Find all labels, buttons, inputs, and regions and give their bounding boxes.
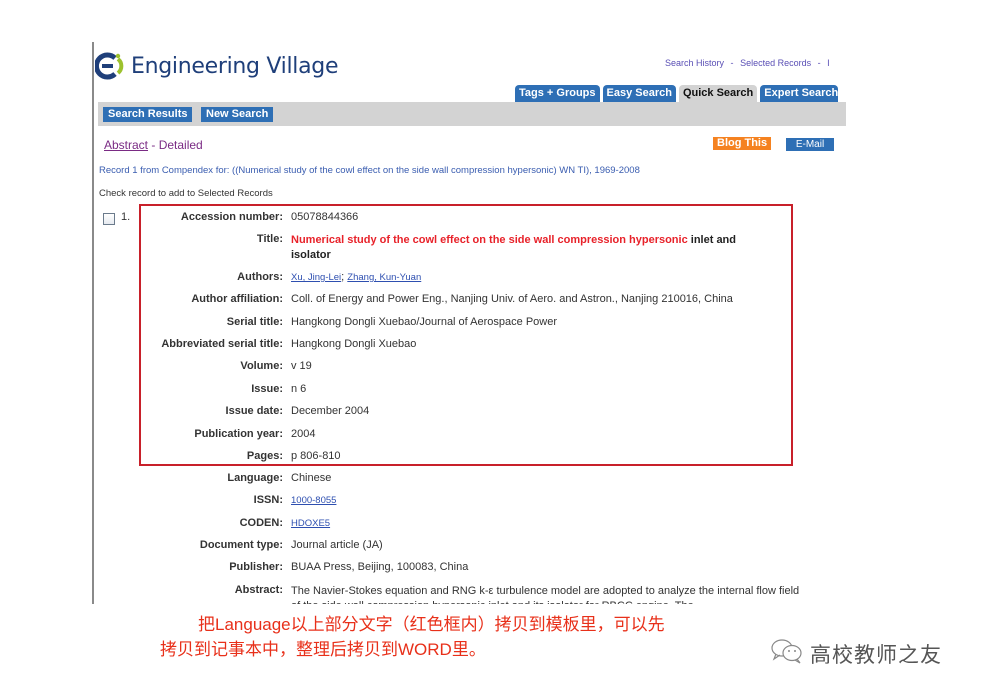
field-label: ISSN: <box>253 494 283 506</box>
coden-link[interactable]: HDOXE5 <box>291 518 330 529</box>
field-issn: ISSN: 1000-8055 <box>140 494 337 506</box>
field-value: 2004 <box>291 428 316 440</box>
field-label: Publication year: <box>194 428 283 440</box>
title-highlight: Numerical study of the cowl effect on th… <box>291 234 688 246</box>
field-language: Language: Chinese <box>140 472 331 484</box>
ei-logo-icon <box>94 50 125 82</box>
field-label: Publisher: <box>229 561 283 573</box>
field-abstract: Abstract: The Navier-Stokes equation and… <box>140 584 801 604</box>
truncated-link[interactable]: I <box>827 58 830 68</box>
field-value: HDOXE5 <box>291 517 330 529</box>
field-label: Document type: <box>199 539 283 551</box>
field-label: Title: <box>256 233 283 245</box>
field-value: Xu, Jing-Lei; Zhang, Kun-Yuan <box>291 271 421 283</box>
field-label: Authors: <box>237 271 283 283</box>
field-label: Serial title: <box>226 316 283 328</box>
field-publication-year: Publication year: 2004 <box>140 428 315 440</box>
field-author-affiliation: Author affiliation: Coll. of Energy and … <box>140 293 733 305</box>
nav-bar: Search Results New Search <box>98 102 846 126</box>
search-tabs: Tags + Groups Easy Search Quick Search E… <box>515 85 839 102</box>
watermark: 高校教师之友 <box>770 638 942 669</box>
field-label: Issue: <box>251 383 283 395</box>
field-issue-date: Issue date: December 2004 <box>140 405 370 417</box>
caption-line-1: 把Language以上部分文字（红色框内）拷贝到模板里，可以先 <box>198 615 665 634</box>
field-label: Language: <box>227 472 283 484</box>
tab-expert-search[interactable]: Expert Search <box>760 85 839 102</box>
engineering-village-logo[interactable]: Engineering Village <box>94 50 339 82</box>
author-link[interactable]: Zhang, Kun-Yuan <box>347 272 421 283</box>
wechat-icon <box>770 638 804 669</box>
field-value: Hangkong Dongli Xuebao <box>291 338 417 350</box>
field-value: The Navier-Stokes equation and RNG k-ε t… <box>291 585 800 604</box>
abstract-clip: Abstract: The Navier-Stokes equation and… <box>140 582 801 604</box>
field-value: Hangkong Dongli Xuebao/Journal of Aerosp… <box>291 316 558 328</box>
tab-easy-search[interactable]: Easy Search <box>602 85 676 102</box>
link-separator: - <box>817 58 821 68</box>
field-label: Issue date: <box>225 405 283 417</box>
selected-records-link[interactable]: Selected Records <box>740 58 811 68</box>
field-serial-title: Serial title: Hangkong Dongli Xuebao/Jou… <box>140 316 557 328</box>
search-results-button[interactable]: Search Results <box>103 107 193 122</box>
abstract-link[interactable]: Abstract <box>104 138 148 152</box>
record-number: 1. <box>121 211 131 223</box>
email-button[interactable]: E-Mail <box>786 138 834 151</box>
field-coden: CODEN: HDOXE5 <box>140 517 330 529</box>
field-label: CODEN: <box>239 517 283 529</box>
instruction-caption: 把Language以上部分文字（红色框内）拷贝到模板里，可以先 拷贝到记事本中，… <box>160 612 665 662</box>
link-separator: - <box>730 58 734 68</box>
field-value: v 19 <box>291 360 312 372</box>
field-pages: Pages: p 806-810 <box>140 450 341 462</box>
new-search-button[interactable]: New Search <box>201 107 274 122</box>
top-links: Search History - Selected Records - I <box>665 58 834 68</box>
record-info: Record 1 from Compendex for: ((Numerical… <box>99 165 640 176</box>
field-value: Journal article (JA) <box>291 539 383 551</box>
field-publisher: Publisher: BUAA Press, Beijing, 100083, … <box>140 561 468 573</box>
issn-link[interactable]: 1000-8055 <box>291 495 336 506</box>
field-document-type: Document type: Journal article (JA) <box>140 539 383 551</box>
search-history-link[interactable]: Search History <box>665 58 724 68</box>
field-volume: Volume: v 19 <box>140 360 312 372</box>
field-label: Pages: <box>246 450 283 462</box>
field-label: Author affiliation: <box>191 293 283 305</box>
tab-quick-search[interactable]: Quick Search <box>678 85 758 102</box>
check-instructions: Check record to add to Selected Records <box>99 188 273 199</box>
field-value: 05078844366 <box>291 211 359 223</box>
watermark-text: 高校教师之友 <box>810 643 942 667</box>
author-link[interactable]: Xu, Jing-Lei <box>291 272 341 283</box>
field-accession-number: Accession number: 05078844366 <box>140 211 358 223</box>
field-abbreviated-serial-title: Abbreviated serial title: Hangkong Dongl… <box>140 338 416 350</box>
field-value: December 2004 <box>291 405 370 417</box>
field-label: Accession number: <box>180 211 283 223</box>
field-label: Abstract: <box>234 584 283 596</box>
field-value: Numerical study of the cowl effect on th… <box>291 233 771 263</box>
blog-this-button[interactable]: Blog This <box>713 137 772 150</box>
tab-tags-groups[interactable]: Tags + Groups <box>515 85 600 102</box>
field-value: n 6 <box>291 383 307 395</box>
detailed-label: Detailed <box>158 138 203 152</box>
field-value: Chinese <box>291 472 332 484</box>
field-value: p 806-810 <box>291 450 341 462</box>
field-value: Coll. of Energy and Power Eng., Nanjing … <box>291 293 733 305</box>
logo-text: Engineering Village <box>131 53 339 79</box>
field-label: Abbreviated serial title: <box>161 338 283 350</box>
field-label: Volume: <box>240 360 283 372</box>
field-value: BUAA Press, Beijing, 100083, China <box>291 561 469 573</box>
field-issue: Issue: n 6 <box>140 383 306 395</box>
left-border-rule <box>92 42 94 604</box>
record-checkbox[interactable] <box>103 213 115 225</box>
field-title: Title: Numerical study of the cowl effec… <box>140 233 771 263</box>
caption-line-2: 拷贝到记事本中，整理后拷贝到WORD里。 <box>160 640 486 659</box>
field-authors: Authors: Xu, Jing-Lei; Zhang, Kun-Yuan <box>140 271 421 283</box>
field-value: 1000-8055 <box>291 494 336 506</box>
view-switcher: Abstract - Detailed <box>104 138 203 152</box>
view-separator: - <box>148 138 159 152</box>
